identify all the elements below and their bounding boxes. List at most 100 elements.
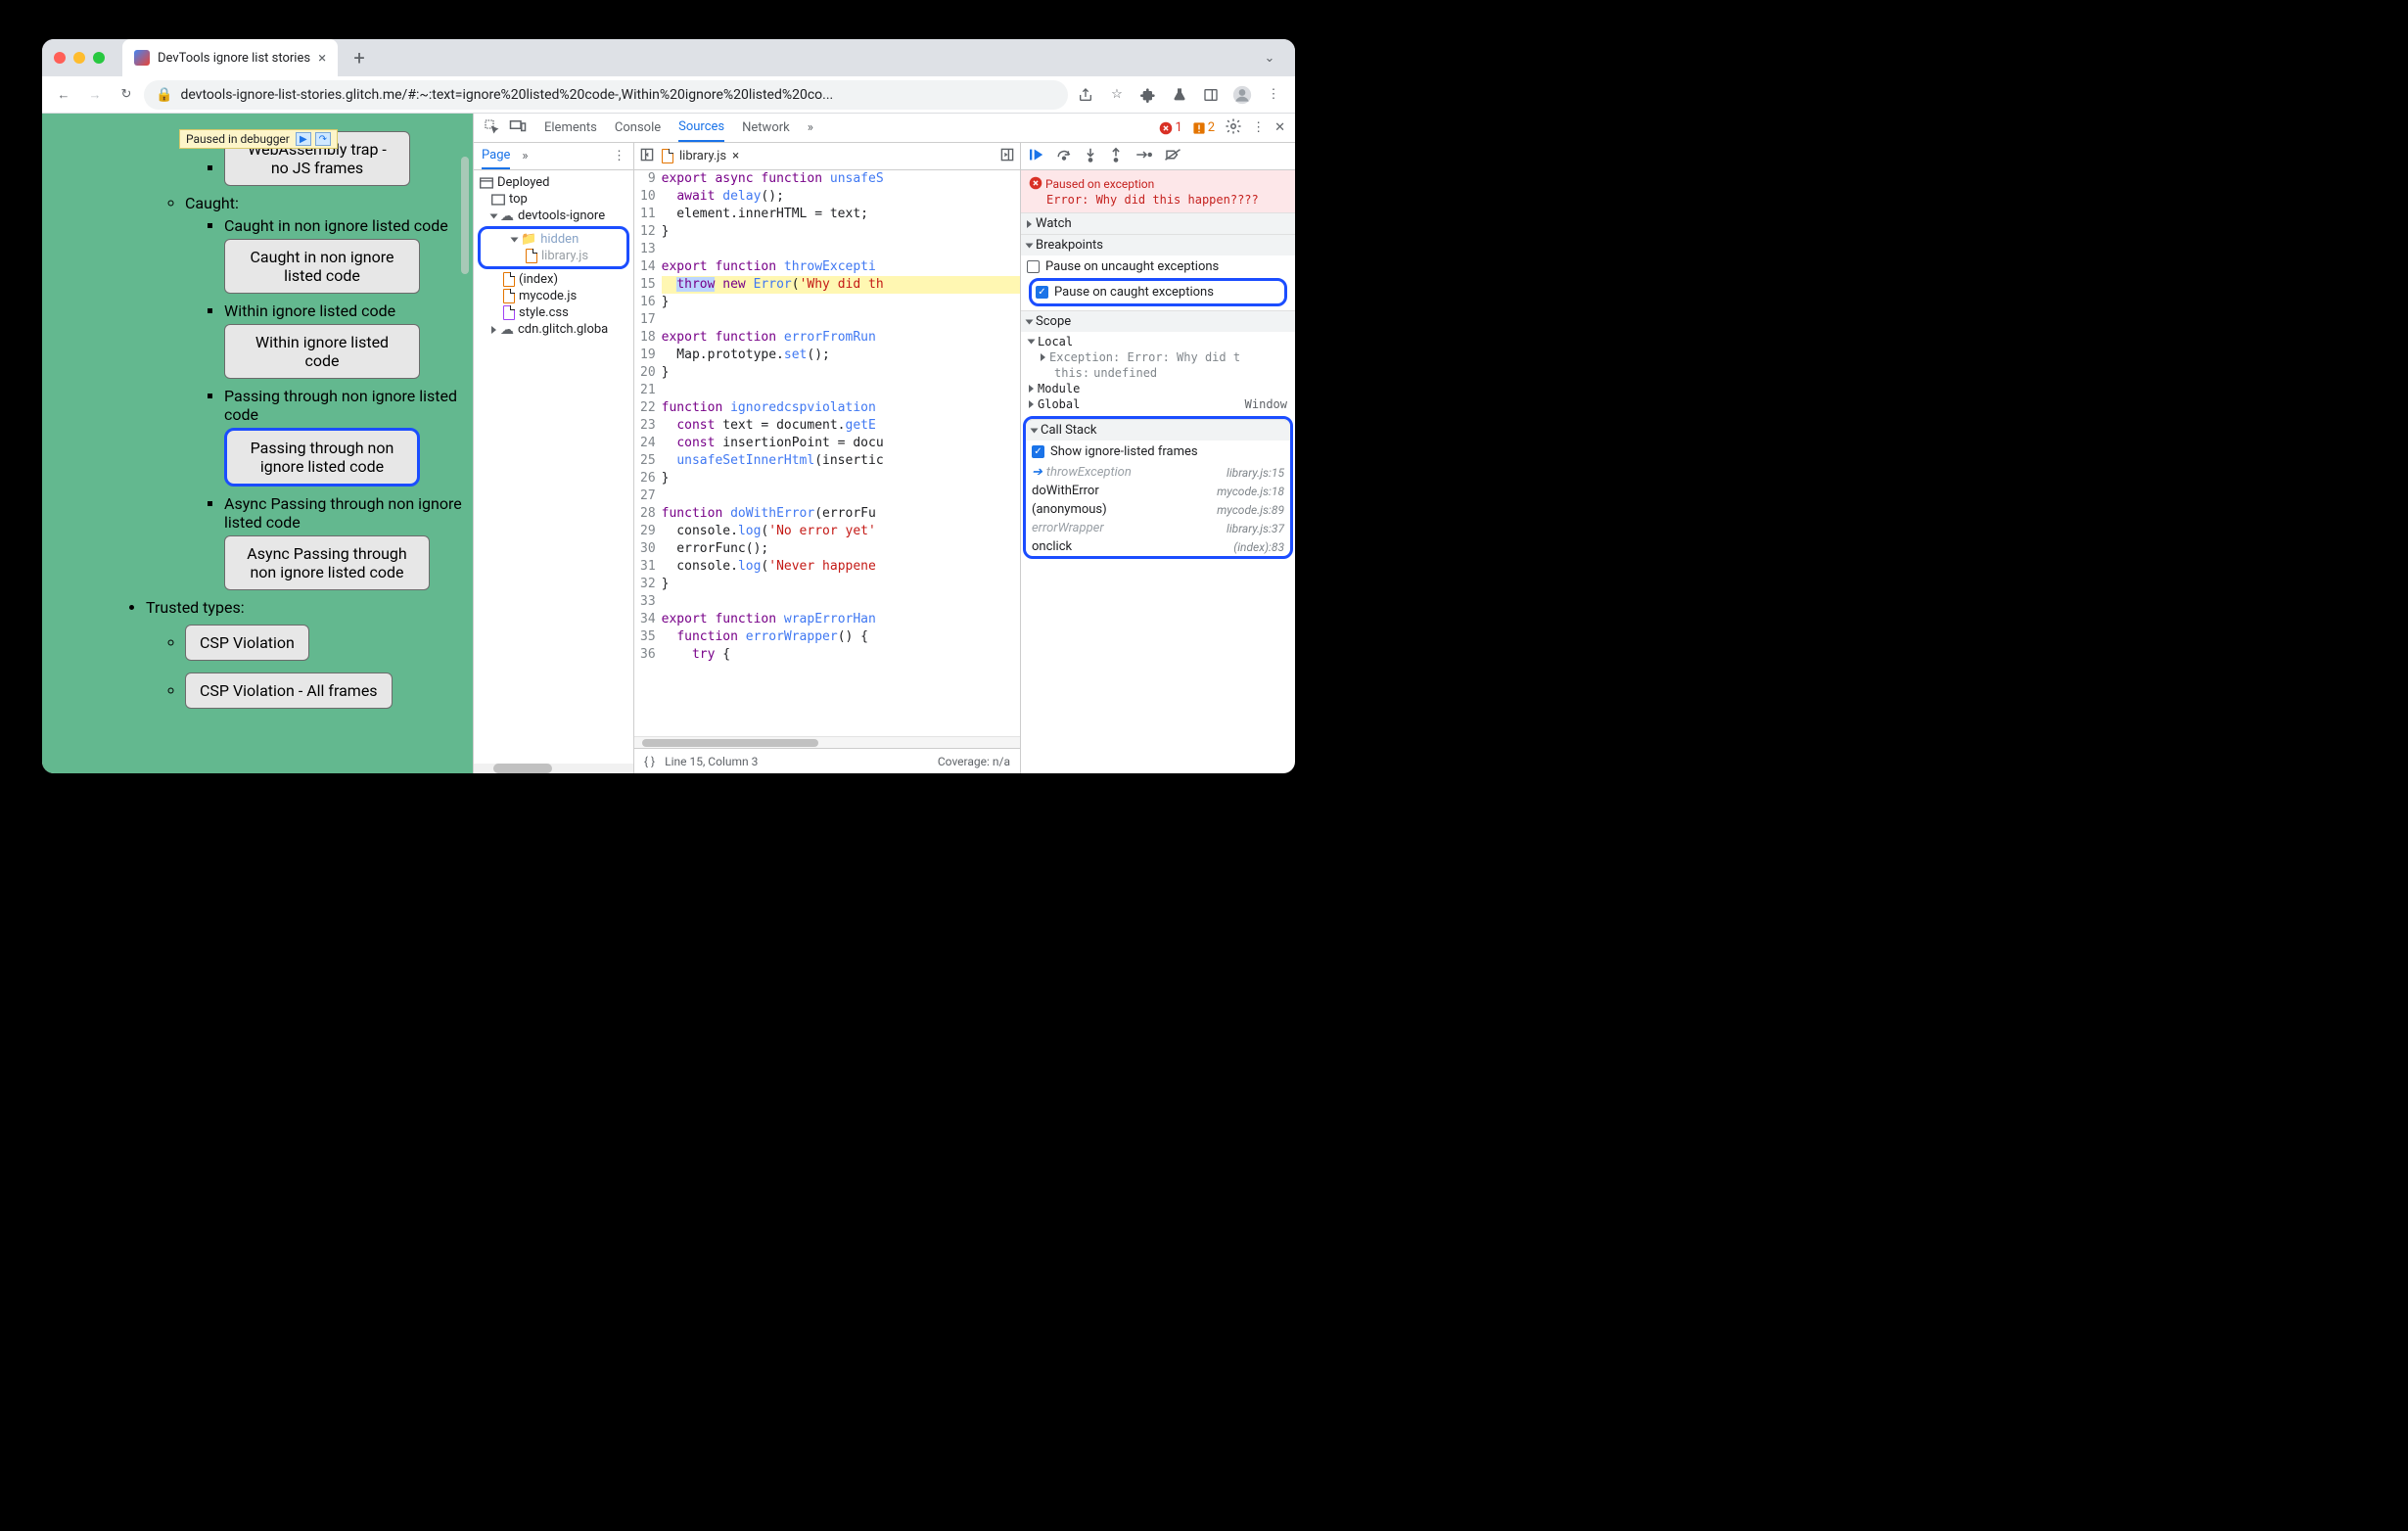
- nav-more-icon[interactable]: »: [522, 149, 528, 163]
- device-toggle-icon[interactable]: [509, 118, 527, 138]
- titlebar: DevTools ignore list stories × + ⌄: [42, 39, 1295, 76]
- caught-heading: Caught:: [185, 194, 473, 212]
- inspect-icon[interactable]: [484, 118, 499, 138]
- tree-top[interactable]: top: [474, 191, 633, 208]
- nav-scrollbar[interactable]: [474, 764, 633, 773]
- nav-tab-page[interactable]: Page: [482, 143, 510, 169]
- checkbox-checked-icon[interactable]: ✓: [1032, 445, 1044, 458]
- passing-through-button[interactable]: Passing through non ignore listed code: [224, 428, 420, 487]
- tree-domain[interactable]: ☁devtools-ignore: [474, 208, 633, 224]
- tree-mycode[interactable]: mycode.js: [474, 288, 633, 304]
- paused-banner: Paused on exception Error: Why did this …: [1021, 170, 1295, 212]
- watch-section[interactable]: Watch: [1021, 212, 1295, 234]
- browser-tab[interactable]: DevTools ignore list stories ×: [122, 39, 338, 76]
- nav-menu-icon[interactable]: ⋮: [613, 149, 625, 163]
- call-frame[interactable]: ➔throwExceptionlibrary.js:15: [1026, 463, 1290, 482]
- scope-local[interactable]: Local: [1027, 334, 1289, 349]
- devtools-menu-icon[interactable]: ⋮: [1252, 120, 1265, 135]
- csp-violation-all-button[interactable]: CSP Violation - All frames: [185, 673, 393, 709]
- step-icon[interactable]: [1135, 148, 1152, 165]
- tab-elements[interactable]: Elements: [544, 114, 597, 142]
- braces-icon[interactable]: { }: [644, 755, 655, 768]
- toggle-nav-icon[interactable]: [640, 148, 654, 165]
- tree-hidden-folder[interactable]: 📁hidden: [483, 231, 625, 248]
- file-tree: Deployed top ☁devtools-ignore 📁hidden li…: [474, 170, 633, 342]
- page-viewport: Paused in debugger ▶ ↷ WebAssembly trap …: [42, 114, 473, 773]
- profile-icon[interactable]: [1228, 81, 1256, 109]
- tree-deployed[interactable]: Deployed: [474, 174, 633, 191]
- tab-network[interactable]: Network: [742, 114, 790, 142]
- overlay-step-icon[interactable]: ↷: [315, 132, 331, 146]
- reload-button[interactable]: ↻: [113, 81, 140, 109]
- async-passing-button[interactable]: Async Passing through non ignore listed …: [224, 535, 430, 590]
- address-bar[interactable]: 🔒 devtools-ignore-list-stories.glitch.me…: [144, 80, 1068, 110]
- tab-console[interactable]: Console: [615, 114, 661, 142]
- tree-library-js[interactable]: library.js: [483, 248, 625, 264]
- scope-module[interactable]: Module: [1027, 381, 1289, 396]
- more-tabs-icon[interactable]: »: [808, 120, 813, 135]
- maximize-window-icon[interactable]: [93, 52, 105, 64]
- extensions-icon[interactable]: [1135, 81, 1162, 109]
- bookmark-icon[interactable]: ☆: [1103, 81, 1131, 109]
- line-gutter: 9101112131415161718192021222324252627282…: [634, 170, 662, 736]
- scope-exception[interactable]: Exception: Error: Why did t: [1027, 349, 1289, 365]
- kebab-menu-icon[interactable]: ⋮: [1260, 81, 1287, 109]
- caret-icon: [1026, 319, 1034, 324]
- csp-violation-button[interactable]: CSP Violation: [185, 625, 309, 661]
- devtools-tabs: Elements Console Sources Network » 1 2 ⋮…: [474, 114, 1295, 143]
- show-ignored-row[interactable]: ✓Show ignore-listed frames: [1026, 441, 1290, 463]
- error-badge[interactable]: 1: [1159, 120, 1181, 135]
- editor-tab-library[interactable]: library.js ×: [662, 149, 739, 163]
- share-icon[interactable]: [1072, 81, 1099, 109]
- tree-index[interactable]: (index): [474, 271, 633, 288]
- code-editor[interactable]: 9101112131415161718192021222324252627282…: [634, 170, 1020, 736]
- overlay-resume-icon[interactable]: ▶: [296, 132, 311, 146]
- back-button[interactable]: ←: [50, 81, 77, 109]
- labs-icon[interactable]: [1166, 81, 1193, 109]
- paused-label: Paused in debugger: [186, 132, 290, 146]
- call-frame[interactable]: doWithErrormycode.js:18: [1026, 482, 1290, 500]
- within-ignore-button[interactable]: Within ignore listed code: [224, 324, 420, 379]
- tab-sources[interactable]: Sources: [678, 114, 724, 142]
- caret-icon: [511, 237, 519, 242]
- resume-icon[interactable]: [1029, 148, 1044, 165]
- caret-icon: [491, 326, 496, 334]
- editor-tabs: library.js ×: [634, 143, 1020, 170]
- step-over-icon[interactable]: [1056, 148, 1072, 165]
- checkbox-unchecked-icon[interactable]: [1027, 260, 1040, 273]
- step-out-icon[interactable]: [1109, 147, 1123, 166]
- bp-caught-row[interactable]: ✓Pause on caught exceptions: [1036, 283, 1280, 302]
- tree-cdn[interactable]: ☁cdn.glitch.globa: [474, 321, 633, 338]
- call-frame[interactable]: onclick(index):83: [1026, 537, 1290, 556]
- list-item: Within ignore listed codeWithin ignore l…: [224, 302, 473, 383]
- settings-icon[interactable]: [1225, 117, 1242, 139]
- devtools-close-icon[interactable]: ✕: [1274, 120, 1285, 135]
- new-tab-button[interactable]: +: [346, 44, 373, 71]
- call-frame[interactable]: errorWrapperlibrary.js:37: [1026, 519, 1290, 537]
- css-file-icon: [503, 305, 515, 320]
- checkbox-checked-icon[interactable]: ✓: [1036, 286, 1048, 299]
- tab-title: DevTools ignore list stories: [158, 51, 310, 66]
- forward-button: →: [81, 81, 109, 109]
- deactivate-breakpoints-icon[interactable]: [1164, 148, 1181, 165]
- close-window-icon[interactable]: [54, 52, 66, 64]
- editor-scrollbar[interactable]: [634, 736, 1020, 748]
- tree-style[interactable]: style.css: [474, 304, 633, 321]
- warning-badge[interactable]: 2: [1192, 120, 1215, 135]
- breakpoints-section[interactable]: Breakpoints: [1021, 234, 1295, 255]
- call-frame[interactable]: (anonymous)mycode.js:89: [1026, 500, 1290, 519]
- step-into-icon[interactable]: [1084, 147, 1097, 166]
- tab-close-icon[interactable]: ×: [318, 49, 326, 67]
- panel-icon[interactable]: [1197, 81, 1225, 109]
- toggle-dbg-icon[interactable]: [1000, 148, 1014, 165]
- tab-close-icon[interactable]: ×: [732, 149, 739, 163]
- caught-non-ignore-button[interactable]: Caught in non ignore listed code: [224, 239, 420, 294]
- caret-icon: [1027, 220, 1032, 228]
- callstack-section[interactable]: Call Stack: [1026, 419, 1290, 441]
- minimize-window-icon[interactable]: [73, 52, 85, 64]
- tabs-menu-icon[interactable]: ⌄: [1256, 44, 1283, 71]
- scope-global[interactable]: GlobalWindow: [1027, 396, 1289, 412]
- bp-uncaught-row[interactable]: Pause on uncaught exceptions: [1027, 257, 1289, 276]
- list-item: Async Passing through non ignore listed …: [224, 494, 473, 594]
- scope-section[interactable]: Scope: [1021, 310, 1295, 332]
